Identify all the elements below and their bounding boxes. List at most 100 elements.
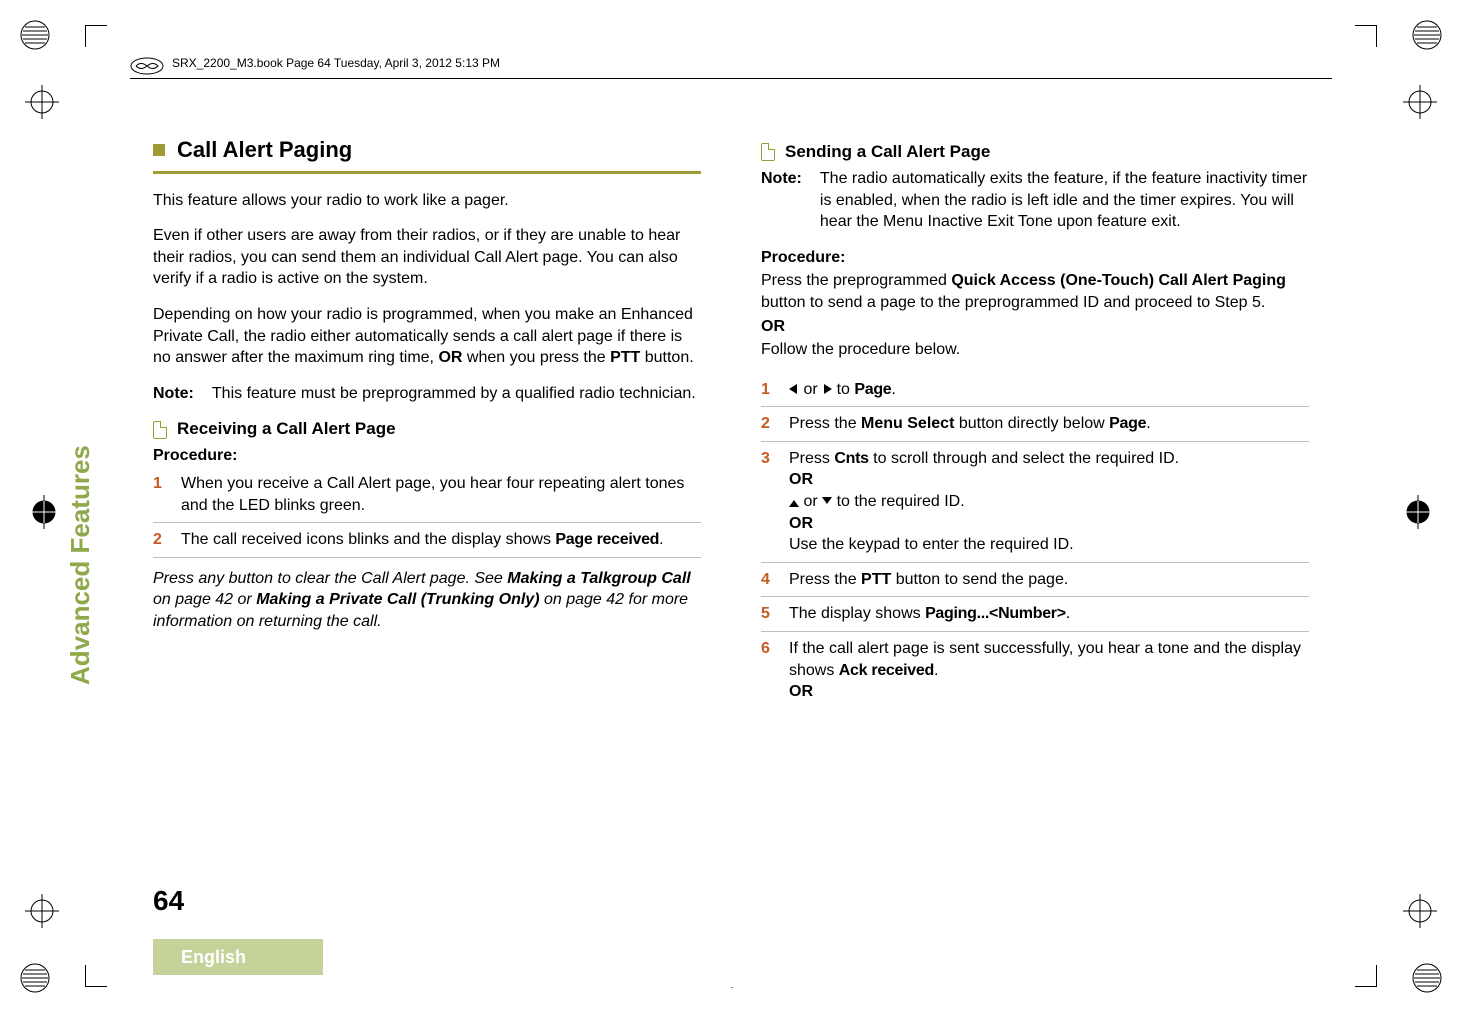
crosshair-icon — [25, 85, 59, 119]
text: button. — [640, 349, 693, 366]
crop-mark — [1355, 25, 1377, 47]
radio-display-text: Ack received — [839, 662, 934, 679]
subsection-header: Receiving a Call Alert Page — [153, 418, 701, 441]
cross-reference: Press any button to clear the Call Alert… — [153, 568, 701, 633]
text-bold: PTT — [610, 349, 640, 366]
text-bold: OR — [438, 349, 462, 366]
text: Use the keypad to enter the required ID. — [789, 536, 1074, 553]
crosshair-icon — [1403, 85, 1437, 119]
section-title: Call Alert Paging — [177, 135, 352, 165]
step-number: 6 — [761, 638, 779, 703]
text: Press the — [789, 571, 861, 588]
step-number: 1 — [761, 379, 779, 401]
up-arrow-icon — [789, 500, 799, 507]
text: Press the — [789, 415, 861, 432]
page-header: SRX_2200_M3.book Page 64 Tuesday, April … — [130, 53, 1332, 79]
density-icon — [15, 958, 55, 998]
text-bold: Quick Access (One-Touch) Call Alert Pagi… — [951, 272, 1286, 289]
or-text: OR — [789, 471, 813, 488]
text: when you press the — [462, 349, 610, 366]
crop-mark — [85, 965, 107, 987]
text: button to send a page to the preprogramm… — [761, 294, 1265, 311]
procedure-step: 4 Press the PTT button to send the page. — [761, 565, 1309, 598]
crosshair-icon — [25, 894, 59, 928]
crop-mark — [85, 25, 107, 47]
intro-paragraph: This feature allows your radio to work l… — [153, 190, 701, 212]
page-icon — [153, 421, 167, 439]
step-body: Press the Menu Select button directly be… — [789, 413, 1309, 435]
step-body: If the call alert page is sent successfu… — [789, 638, 1309, 703]
text: or — [799, 381, 822, 398]
radio-display-text: Page — [1109, 415, 1146, 432]
text: The display shows — [789, 605, 925, 622]
text: to — [832, 381, 854, 398]
text-bold: Making a Talkgroup Call — [507, 570, 690, 587]
crosshair-icon — [1403, 894, 1437, 928]
step-number: 5 — [761, 603, 779, 625]
radio-display-text: Page — [854, 381, 891, 398]
language-label: English — [181, 947, 246, 968]
text: . — [1146, 415, 1150, 432]
procedure-step: 1 When you receive a Call Alert page, yo… — [153, 469, 701, 523]
procedure-step: 6 If the call alert page is sent success… — [761, 634, 1309, 709]
step-number: 4 — [761, 569, 779, 591]
step-number: 1 — [153, 473, 171, 516]
procedure-label: Procedure: — [153, 445, 701, 467]
crosshair-icon — [1401, 495, 1435, 529]
step-number: 3 — [761, 448, 779, 556]
text: or — [799, 493, 822, 510]
text: to scroll through and select the require… — [869, 450, 1179, 467]
note-body: This feature must be preprogrammed by a … — [212, 383, 701, 405]
text: . — [659, 531, 663, 548]
text: . — [1066, 605, 1070, 622]
radio-display-text: Page received — [555, 531, 659, 548]
step-body: Press the PTT button to send the page. — [789, 569, 1309, 591]
language-tab: English — [153, 939, 323, 975]
text-bold: Making a Private Call (Trunking Only) — [256, 591, 539, 608]
note-row: Note: This feature must be preprogrammed… — [153, 383, 701, 405]
right-column: Sending a Call Alert Page Note: The radi… — [761, 135, 1309, 887]
down-arrow-icon — [822, 497, 832, 504]
section-bullet-icon — [153, 144, 165, 156]
radio-display-text: Paging...<Number> — [925, 605, 1066, 622]
text: button to send the page. — [891, 571, 1068, 588]
text: Press any button to clear the Call Alert… — [153, 570, 507, 587]
crop-mark — [1355, 965, 1377, 987]
step-body: Press Cnts to scroll through and select … — [789, 448, 1309, 556]
step-body: When you receive a Call Alert page, you … — [181, 473, 701, 516]
note-body: The radio automatically exits the featur… — [820, 168, 1309, 233]
text-bold: PTT — [861, 571, 891, 588]
step-number: 2 — [761, 413, 779, 435]
note-row: Note: The radio automatically exits the … — [761, 168, 1309, 233]
text: on page 42 or — [153, 591, 256, 608]
section-rule — [153, 171, 701, 174]
left-column: Call Alert Paging This feature allows yo… — [153, 135, 701, 887]
step-body: The call received icons blinks and the d… — [181, 529, 701, 551]
section-header: Call Alert Paging — [153, 135, 701, 165]
procedure-preamble: Press the preprogrammed Quick Access (On… — [761, 270, 1309, 313]
text: . — [934, 662, 938, 679]
step-number: 2 — [153, 529, 171, 551]
procedure-step: 2 Press the Menu Select button directly … — [761, 409, 1309, 442]
crosshair-icon — [27, 495, 61, 529]
subsection-header: Sending a Call Alert Page — [761, 141, 1309, 164]
procedure-label: Procedure: — [761, 247, 1309, 269]
text: to the required ID. — [832, 493, 965, 510]
page-number: 64 — [153, 885, 184, 917]
subsection-title: Sending a Call Alert Page — [785, 141, 990, 164]
intro-paragraph: Depending on how your radio is programme… — [153, 304, 701, 369]
text: The call received icons blinks and the d… — [181, 531, 555, 548]
radio-display-text: Cnts — [834, 450, 868, 467]
page-icon — [761, 143, 775, 161]
density-icon — [15, 15, 55, 55]
or-text: OR — [789, 515, 813, 532]
procedure-step: 3 Press Cnts to scroll through and selec… — [761, 444, 1309, 563]
right-arrow-icon — [824, 384, 832, 394]
procedure-preamble: Follow the procedure below. — [761, 339, 1309, 361]
text: button directly below — [954, 415, 1109, 432]
step-body: or to Page. — [789, 379, 1309, 401]
text: . — [891, 381, 895, 398]
page-sheet: SRX_2200_M3.book Page 64 Tuesday, April … — [85, 25, 1377, 987]
procedure-step: 5 The display shows Paging...<Number>. — [761, 599, 1309, 632]
header-filename: SRX_2200_M3.book Page 64 Tuesday, April … — [172, 57, 500, 69]
